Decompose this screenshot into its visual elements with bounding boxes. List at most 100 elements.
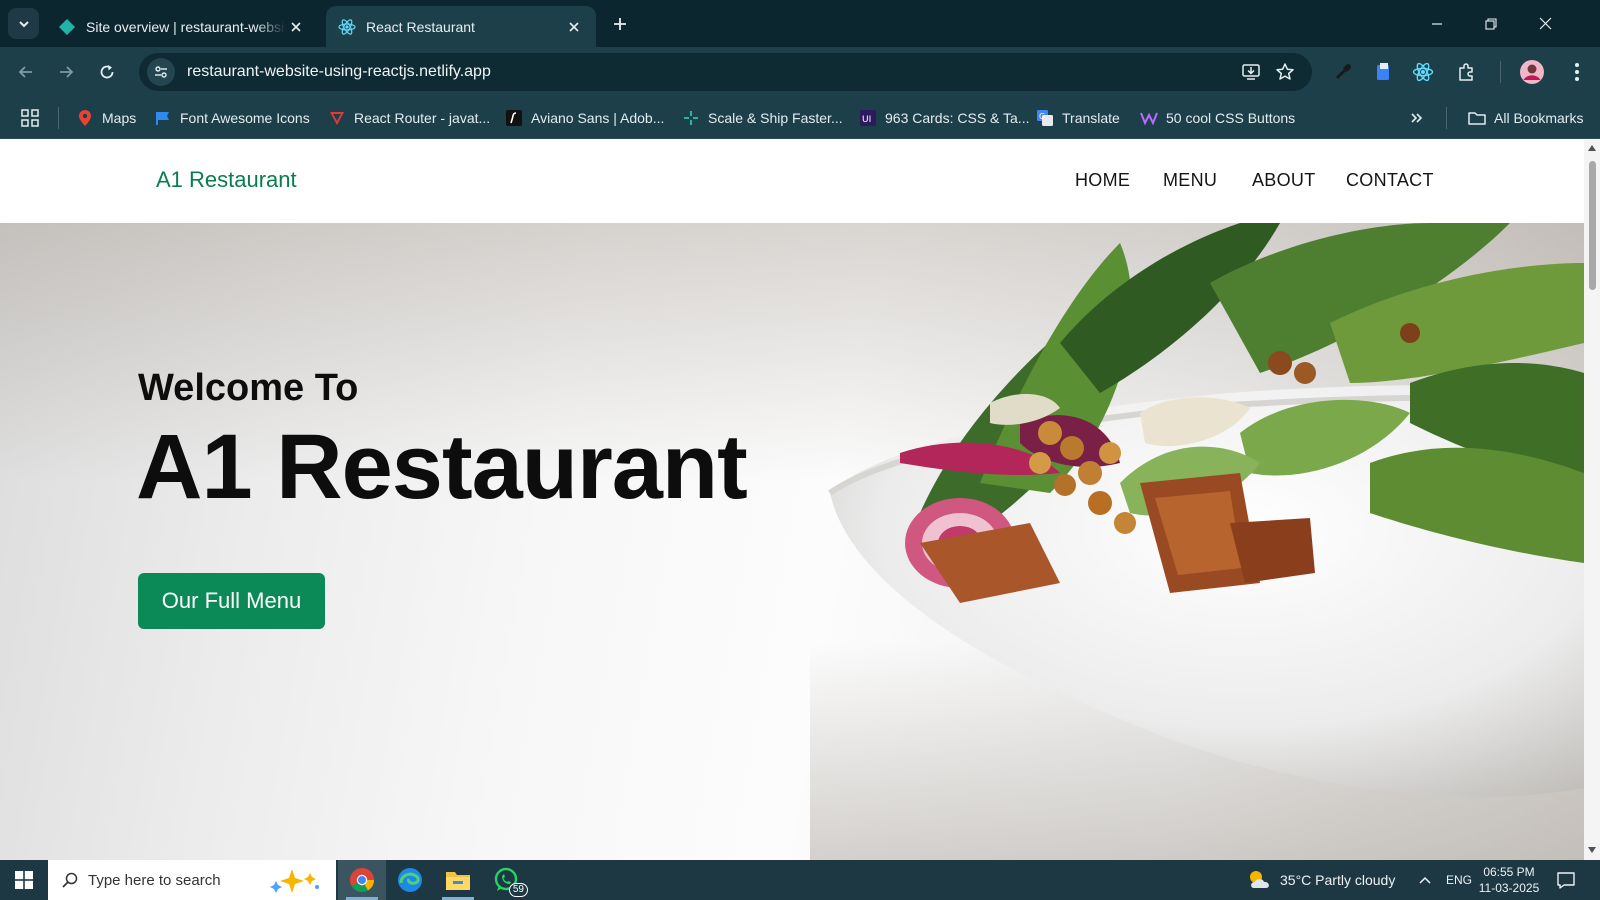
bookmark-label: All Bookmarks xyxy=(1494,110,1584,126)
bookmark-scale-ship[interactable]: Scale & Ship Faster... xyxy=(682,106,843,130)
font-icon xyxy=(505,109,523,127)
browser-toolbar: restaurant-website-using-reactjs.netlify… xyxy=(0,47,1600,97)
nav-contact[interactable]: CONTACT xyxy=(1346,170,1434,191)
nav-menu[interactable]: MENU xyxy=(1163,170,1217,191)
translate-icon: G xyxy=(1036,109,1054,127)
bookmarks-divider xyxy=(1446,107,1447,129)
address-bar[interactable]: restaurant-website-using-reactjs.netlify… xyxy=(139,53,1312,91)
eyedropper-extension-icon[interactable] xyxy=(1330,59,1356,85)
bookmark-star-icon[interactable] xyxy=(1268,55,1302,89)
scroll-down-icon[interactable] xyxy=(1588,847,1596,853)
netlify-favicon-icon xyxy=(59,18,75,35)
hero-section: Welcome To A1 Restaurant Our Full Menu xyxy=(0,223,1584,860)
toolbar-divider xyxy=(1500,61,1501,83)
tab-search-button[interactable] xyxy=(8,8,39,39)
bookmark-label: React Router - javat... xyxy=(354,110,491,126)
bookmark-translate[interactable]: G Translate xyxy=(1036,106,1120,130)
weather-text: 35°C Partly cloudy xyxy=(1280,872,1396,888)
profile-avatar[interactable] xyxy=(1518,58,1546,86)
bookmarks-divider xyxy=(58,107,59,129)
bookmark-css-buttons[interactable]: 50 cool CSS Buttons xyxy=(1140,106,1295,130)
partly-cloudy-icon xyxy=(1250,871,1269,888)
edge-icon xyxy=(398,868,422,892)
taskbar-search-box[interactable]: Type here to search xyxy=(48,860,336,900)
scroll-up-icon[interactable] xyxy=(1588,145,1596,151)
sparkle-icon xyxy=(270,869,319,893)
start-button[interactable] xyxy=(0,860,48,900)
folder-icon xyxy=(1468,109,1486,127)
full-menu-button[interactable]: Our Full Menu xyxy=(138,573,325,629)
tab-react-restaurant[interactable]: React Restaurant xyxy=(326,6,596,47)
hero-welcome-heading: Welcome To xyxy=(138,367,359,409)
restore-button[interactable] xyxy=(1464,0,1518,47)
uiverse-icon: UI xyxy=(859,109,877,127)
tray-overflow-button[interactable] xyxy=(1418,860,1432,900)
chrome-icon xyxy=(350,868,374,893)
bookmark-label: Font Awesome Icons xyxy=(180,110,310,126)
sparkle-icon xyxy=(682,109,700,127)
reload-icon xyxy=(100,65,114,79)
bookmark-react-router[interactable]: React Router - javat... xyxy=(328,106,490,130)
taskbar-chrome[interactable] xyxy=(338,860,386,900)
new-tab-button[interactable] xyxy=(608,12,632,36)
bookmark-963-cards[interactable]: UI 963 Cards: CSS & Ta... xyxy=(859,106,1029,130)
kebab-menu-icon[interactable] xyxy=(1564,59,1590,85)
tab-site-overview[interactable]: Site overview | restaurant-website xyxy=(46,6,318,47)
bookmark-aviano-sans[interactable]: Aviano Sans | Adob... xyxy=(505,106,664,130)
taskbar-file-explorer[interactable] xyxy=(434,860,482,900)
more-bookmarks-button[interactable] xyxy=(1410,106,1424,130)
back-button[interactable] xyxy=(11,57,41,87)
salad-bowl-image xyxy=(810,223,1584,860)
minimize-button[interactable] xyxy=(1410,0,1464,47)
arrow-right-icon xyxy=(60,66,74,78)
close-icon xyxy=(1539,17,1551,30)
brand-logo[interactable]: A1 Restaurant xyxy=(156,167,297,193)
tab-title: React Restaurant xyxy=(366,18,475,35)
w-logo-icon xyxy=(1140,109,1158,127)
folder-icon xyxy=(446,872,470,890)
scroll-thumb[interactable] xyxy=(1589,161,1596,290)
extensions-puzzle-icon[interactable] xyxy=(1453,59,1479,85)
site-navbar: A1 Restaurant HOME MENU ABOUT CONTACT xyxy=(0,139,1584,223)
chevron-down-icon xyxy=(18,20,29,27)
install-app-icon[interactable] xyxy=(1234,55,1268,89)
nav-home[interactable]: HOME xyxy=(1075,170,1130,191)
reload-button[interactable] xyxy=(92,57,122,87)
svg-text:G: G xyxy=(1039,112,1045,121)
site-info-icon[interactable] xyxy=(147,58,175,86)
close-window-button[interactable] xyxy=(1518,0,1572,47)
react-favicon-icon xyxy=(338,18,356,35)
taskbar-search-placeholder: Type here to search xyxy=(88,871,221,889)
minimize-icon xyxy=(1432,22,1442,25)
map-pin-icon xyxy=(76,109,94,127)
bookmark-label: Maps xyxy=(102,110,137,126)
apps-grid-button[interactable] xyxy=(20,106,40,130)
bookmark-label: Translate xyxy=(1062,110,1120,126)
bookmark-font-awesome[interactable]: Font Awesome Icons xyxy=(154,106,310,130)
all-bookmarks-button[interactable]: All Bookmarks xyxy=(1468,106,1583,130)
plus-icon xyxy=(614,18,626,30)
notification-count-badge: 59 xyxy=(508,883,528,897)
bookmark-label: Aviano Sans | Adob... xyxy=(531,110,665,126)
tab-close-icon[interactable] xyxy=(564,17,584,37)
docs-extension-icon[interactable] xyxy=(1370,59,1396,85)
apps-grid-icon xyxy=(21,109,39,127)
tab-close-icon[interactable] xyxy=(286,17,306,37)
forward-button[interactable] xyxy=(51,57,81,87)
chevron-up-icon xyxy=(1419,876,1431,884)
weather-widget[interactable]: 35°C Partly cloudy xyxy=(1246,860,1395,900)
nav-about[interactable]: ABOUT xyxy=(1252,170,1316,191)
notification-icon xyxy=(1557,872,1575,889)
search-icon xyxy=(62,872,78,888)
javatpoint-icon xyxy=(328,109,346,127)
bookmark-maps[interactable]: Maps xyxy=(76,106,136,130)
react-devtools-icon[interactable] xyxy=(1410,59,1436,85)
windows-taskbar: Type here to search 59 35°C Partly cloud… xyxy=(0,860,1600,900)
taskbar-clock[interactable]: 06:55 PM 11-03-2025 xyxy=(1468,864,1550,896)
taskbar-edge[interactable] xyxy=(386,860,434,900)
page-scrollbar[interactable] xyxy=(1584,139,1600,860)
notification-center-button[interactable] xyxy=(1556,860,1576,900)
clock-date: 11-03-2025 xyxy=(1478,881,1540,895)
arrow-left-icon xyxy=(18,66,32,78)
taskbar-whatsapp[interactable]: 59 xyxy=(482,860,530,900)
